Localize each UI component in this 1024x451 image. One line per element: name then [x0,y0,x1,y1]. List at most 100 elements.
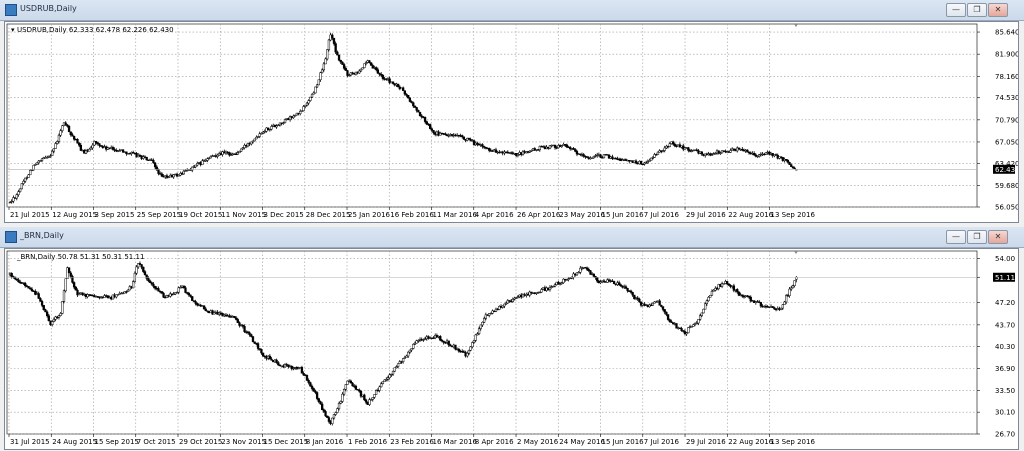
x-tick-label: 19 Oct 2015 [179,211,222,219]
candle-body [354,385,358,390]
candle-body [418,111,422,117]
y-tick-label: 59.680 [995,182,1018,190]
chart-canvas[interactable]: 54.00 51.11 47.20 43.70 40.30 36.90 33.50 30.10… [4,248,1019,450]
candle-body [666,314,670,320]
candle-body [143,271,147,276]
candle-body [342,64,346,69]
candle-body [432,130,435,134]
candle-body [371,397,374,400]
y-tick-label: 54.00 [995,255,1015,263]
candle-body [402,87,405,91]
x-tick-label: 21 Jul 2015 [10,211,50,219]
candle-body [196,163,199,166]
candle-body [337,403,341,409]
chart-canvas[interactable]: 85.640 81.900 78.160 74.530 70.790 67.050 63.4… [4,21,1020,223]
candle-body [668,319,671,322]
candle-body [388,374,391,379]
candle-body [51,150,54,156]
x-tick-label: 24 May 2016 [559,438,605,446]
candle-body [412,344,415,349]
candle-body [698,315,702,320]
candle-body [17,279,20,283]
candle-body [368,60,371,63]
candle-body [56,141,59,144]
x-tick-label: 25 Jan 2016 [348,211,391,219]
candle-body [749,296,752,302]
candle-body [153,286,157,289]
candle-body [111,147,115,150]
candle-body [42,305,45,310]
restore-button[interactable]: ❐ [967,230,987,244]
candle-body [626,288,629,292]
candle-body [344,384,347,390]
brn-chart-window[interactable]: _BRN,Daily — ❐ ✕ 54.00 51.11 47.20 43.70 40.… [0,227,1024,451]
candle-body [327,39,331,50]
y-tick-label: 26.70 [995,431,1015,439]
candle-body [511,299,514,302]
x-tick-label: 24 Aug 2015 [52,438,97,446]
usdrub-chart-window[interactable]: USDRUB,Daily — ❐ ✕ 85.640 81.900 78.160 74.… [0,0,1024,226]
x-tick-label: 12 Aug 2015 [52,211,97,219]
candle-body [51,321,54,325]
candle-body [319,72,322,81]
candle-body [30,288,34,292]
candle-body [380,383,383,388]
candle-body [44,309,47,313]
usdrub-candlestick-chart[interactable]: 85.64081.90078.16074.53070.79067.05063.4… [5,22,1020,222]
candle-body [277,362,280,366]
close-button[interactable]: ✕ [988,230,1008,244]
candle-body [18,188,22,192]
price-label: 62.430 [995,166,1018,174]
candle-body [140,264,143,268]
candle-body [430,128,433,131]
price-label: 51.11 [995,274,1015,282]
candle-body [781,304,784,309]
brn-candlestick-chart[interactable]: 54.00 51.11 47.20 43.70 40.30 36.90 33.50 30.10… [5,249,1018,449]
candle-body [481,321,484,326]
close-button[interactable]: ✕ [988,3,1008,17]
candle-body [341,393,344,402]
restore-button[interactable]: ❐ [967,3,987,17]
candle-body [403,90,406,95]
candle-body [202,305,206,310]
candle-body [79,145,83,151]
chart-window-icon [5,4,17,16]
candle-body [312,388,315,392]
x-tick-label: 25 Sep 2015 [137,211,181,219]
candle-body [344,68,347,71]
candle-body [261,352,265,357]
minimize-button[interactable]: — [946,230,966,244]
candle-body [788,288,791,296]
candle-body [396,363,400,367]
window-titlebar[interactable]: _BRN,Daily — ❐ ✕ [0,227,1024,248]
y-tick-label: 47.20 [995,299,1015,307]
candle-body [72,136,76,140]
y-tick-label: 36.90 [995,365,1015,373]
candle-body [268,355,272,360]
candle-body [45,311,49,316]
candle-body [472,340,476,343]
candle-body [240,148,243,152]
x-tick-label: 7 Jul 2016 [644,438,680,446]
window-titlebar[interactable]: USDRUB,Daily — ❐ ✕ [0,0,1024,21]
candle-body [172,174,175,178]
x-tick-label: 3 Dec 2015 [264,211,304,219]
minimize-button[interactable]: — [946,3,966,17]
candle-body [393,367,396,372]
y-tick-label: 40.30 [995,343,1015,351]
x-tick-label: 4 Apr 2016 [475,211,514,219]
candle-body [74,286,77,291]
candle-body [709,294,712,298]
x-tick-label: 16 Feb 2016 [390,211,434,219]
y-tick-label: 85.640 [995,29,1018,37]
candle-body [283,119,287,123]
candle-body [663,147,666,151]
candle-body [61,125,64,131]
candle-body [592,273,595,277]
candle-body [67,125,71,133]
candle-body [375,67,378,70]
candle-body [270,126,273,130]
window-title: _BRN,Daily [20,231,64,240]
candle-body [376,69,379,74]
candle-body [324,58,327,65]
